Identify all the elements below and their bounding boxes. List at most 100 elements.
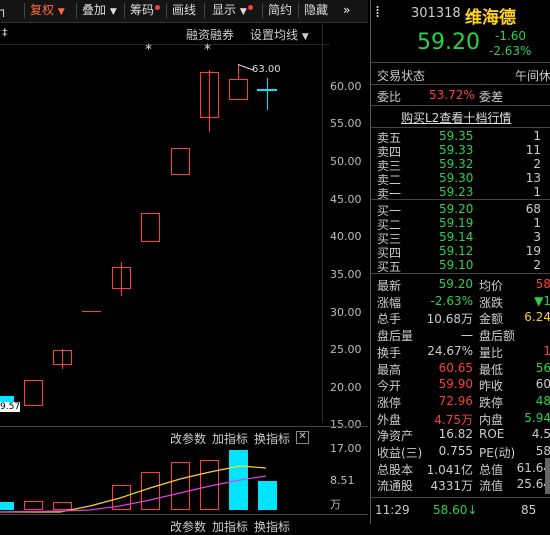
- divider: [371, 105, 550, 106]
- stat-value: 10.68万: [426, 312, 473, 326]
- toolbar-divider: [166, 3, 167, 18]
- stat-value: 6.24: [524, 310, 550, 324]
- collapse-panel-icon[interactable]: ⁞: [375, 2, 380, 21]
- price-tick: 60.00: [330, 80, 362, 93]
- stat-value: 58: [535, 444, 550, 458]
- bid-price[interactable]: 59.10: [439, 258, 473, 272]
- trade-status-value: 午间休: [515, 69, 550, 83]
- stat-label: 盘后额: [479, 329, 516, 343]
- stat-value: 5.94: [524, 411, 550, 425]
- display-button[interactable]: 显示 ▼: [212, 0, 253, 21]
- volume-ma-lines: [0, 465, 267, 513]
- price-change-pct: -2.63%: [489, 44, 532, 58]
- bid-price[interactable]: 59.19: [439, 216, 473, 230]
- price-tick: 20.00: [330, 381, 362, 394]
- buy-l2-link[interactable]: 购买L2查看十档行情: [401, 109, 511, 126]
- bottom-edit-params-button[interactable]: 改参数: [170, 518, 206, 535]
- quote-panel: ⁞ 301318 维海德 59.20 -1.60 -2.63% 交易状态 午间休…: [370, 0, 550, 524]
- ask-price[interactable]: 59.30: [439, 171, 473, 185]
- stat-label: 总手: [377, 312, 402, 326]
- stat-label: 涨跌: [479, 296, 504, 310]
- bid-price[interactable]: 59.20: [439, 202, 473, 216]
- candle-up[interactable]: [229, 79, 248, 100]
- low-price-marker: 9.57: [0, 402, 21, 412]
- stat-value: 56: [535, 361, 550, 375]
- stat-value: 60.65: [438, 361, 473, 375]
- stat-label: 金额: [479, 312, 504, 326]
- stat-value: 一: [460, 329, 473, 343]
- stock-name: 维海德: [465, 8, 516, 28]
- toolbar-divider: [124, 3, 125, 18]
- candle-up[interactable]: [171, 148, 190, 175]
- stat-value: 1.041亿: [426, 463, 473, 477]
- stat-value: 4331万: [430, 479, 473, 493]
- down-arrow-icon: ↓: [467, 503, 478, 517]
- price-change: -1.60: [495, 29, 527, 43]
- toolbar-divider: [262, 3, 263, 18]
- chart-settings-icon[interactable]: ‡: [2, 26, 8, 39]
- candle-up[interactable]: [200, 72, 219, 118]
- draw-line-button[interactable]: 画线: [172, 0, 196, 21]
- stat-value: 16.82: [438, 427, 473, 441]
- price-tick: 35.00: [330, 268, 362, 281]
- bid-volume: 1: [533, 216, 541, 230]
- bid-volume: 2: [533, 258, 541, 272]
- trade-status-label: 交易状态: [377, 69, 426, 83]
- stat-label: 最低: [479, 363, 504, 377]
- pane-divider: [0, 514, 368, 515]
- event-star-icon[interactable]: *: [204, 42, 211, 58]
- restore-rights-button[interactable]: 复权 ▼: [30, 0, 65, 21]
- stat-value: 24.67%: [427, 344, 473, 358]
- high-price-marker: 63.00: [252, 64, 281, 75]
- chart-toolbar: ┐ 复权 ▼ 叠加 ▼ 筹码 画线 显示 ▼ 简约 隐藏 »: [0, 0, 368, 23]
- candle-up[interactable]: [141, 213, 160, 242]
- ask-price[interactable]: 59.23: [439, 185, 473, 199]
- candle-doji-current[interactable]: [257, 89, 277, 91]
- draw-line-label: 画线: [172, 3, 197, 17]
- margin-trading-button[interactable]: 融资融券: [186, 26, 234, 43]
- candle-doji[interactable]: [82, 311, 101, 313]
- candle-up[interactable]: [53, 350, 72, 365]
- stat-label: PE(动): [479, 446, 516, 460]
- ask-volume: 1: [533, 129, 541, 143]
- price-tick: 45.00: [330, 193, 362, 206]
- volume-tick: 17.00: [330, 442, 362, 455]
- kline-chart: ‡ 融资融券 设置均线 ▼ * * 60.00 55.00 50.00 45.0…: [0, 22, 368, 534]
- stat-label: 今开: [377, 379, 402, 393]
- toolbar-divider: [298, 3, 299, 18]
- more-toolbar-icon[interactable]: »: [343, 0, 350, 21]
- candle-wick: [267, 78, 268, 110]
- stat-label: ROE: [479, 427, 505, 441]
- bottom-switch-indicator-button[interactable]: 换指标: [254, 518, 290, 535]
- notification-dot-icon: [155, 5, 161, 10]
- current-price: 59.20: [417, 30, 480, 55]
- bottom-add-indicator-button[interactable]: 加指标: [212, 518, 248, 535]
- candle-up[interactable]: [24, 380, 43, 406]
- event-star-icon[interactable]: *: [145, 42, 152, 58]
- stat-value: 60: [535, 377, 550, 391]
- stat-value: 4.5: [531, 427, 550, 441]
- stat-label: 跌停: [479, 396, 504, 410]
- price-tick: 40.00: [330, 230, 362, 243]
- stat-label: 总股本: [377, 463, 414, 477]
- ask-volume: 13: [525, 171, 541, 185]
- stat-label: 昨收: [479, 379, 504, 393]
- hide-button[interactable]: 隐藏: [304, 0, 328, 21]
- ask-price[interactable]: 59.33: [439, 143, 473, 157]
- candle-up[interactable]: [112, 267, 131, 289]
- bid-price[interactable]: 59.14: [439, 230, 473, 244]
- chips-button[interactable]: 筹码: [130, 0, 161, 21]
- tick-volume: 85: [521, 503, 537, 517]
- price-tick: 25.00: [330, 343, 362, 356]
- scrollbar-thumb[interactable]: [545, 458, 550, 494]
- price-tick: 30.00: [330, 306, 362, 319]
- ask-price[interactable]: 59.35: [439, 129, 473, 143]
- ma-settings-button[interactable]: 设置均线 ▼: [250, 26, 309, 43]
- ask-price[interactable]: 59.32: [439, 157, 473, 171]
- high-marker-line: [237, 64, 254, 71]
- stat-label: 最新: [377, 279, 402, 293]
- stat-label: 流通股: [377, 479, 414, 493]
- overlay-button[interactable]: 叠加 ▼: [82, 0, 117, 21]
- bid-price[interactable]: 59.12: [439, 244, 473, 258]
- simple-button[interactable]: 简约: [268, 0, 292, 21]
